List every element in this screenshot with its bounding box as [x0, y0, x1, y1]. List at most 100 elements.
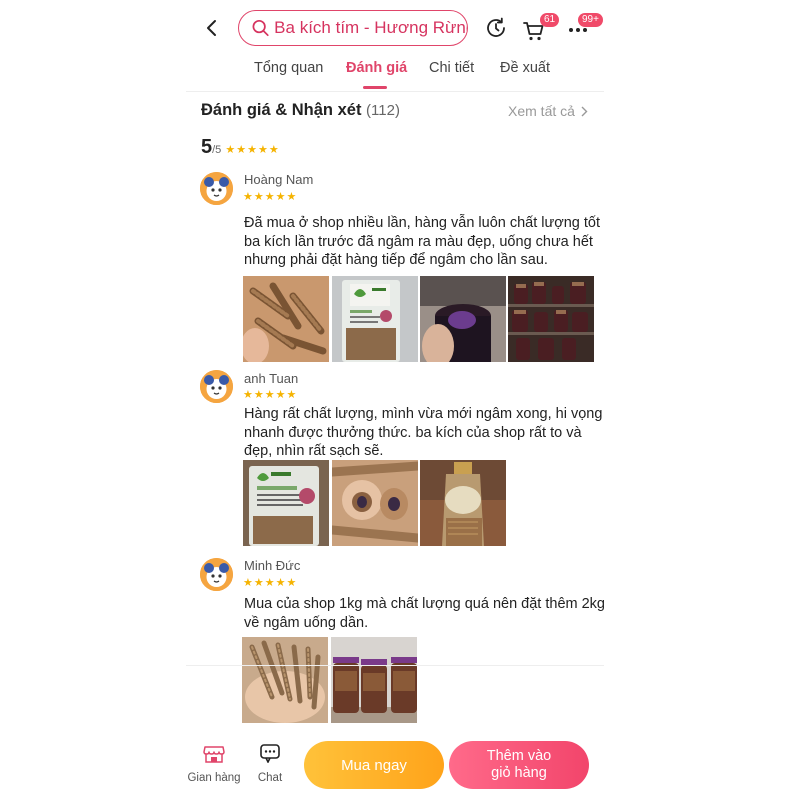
more-button[interactable]: 99+	[566, 13, 603, 43]
review-line: về ngâm uống dần.	[244, 614, 369, 631]
star-icon: ★	[253, 389, 264, 401]
wine-jars-photo	[331, 637, 417, 723]
reviewer-name: Minh Đức	[244, 558, 301, 573]
star-icon: ★	[275, 389, 286, 401]
jar-shelf-photo	[508, 276, 594, 362]
ratings-count: (112)	[366, 102, 400, 119]
chat-button[interactable]: Chat	[250, 743, 290, 791]
score-out-of: /5	[212, 144, 222, 156]
star-icon: ★	[275, 577, 286, 589]
notification-badge: 99+	[578, 13, 603, 27]
add-to-cart-label-line2: giỏ hàng	[491, 765, 547, 781]
history-icon	[487, 17, 505, 37]
review-line: đẹp, nhìn rất sạch sẽ.	[244, 443, 384, 459]
cart-badge: 61	[540, 13, 560, 27]
star-icon: ★	[286, 389, 297, 401]
buy-now-label: Mua ngay	[341, 756, 407, 774]
roots-handful-photo	[242, 637, 328, 723]
star-icon: ★	[286, 577, 297, 589]
review-line: Đã mua ở shop nhiều lần, hàng vẫn luôn c…	[244, 215, 601, 231]
review-line: ba kích lần trước đã ngâm ra màu đẹp, uố…	[244, 233, 593, 250]
score-value: 5	[201, 136, 213, 158]
shop-button[interactable]: Gian hàng	[186, 743, 242, 791]
star-icon: ★	[243, 577, 253, 589]
product-bag-photo	[332, 276, 418, 362]
review-photo[interactable]	[242, 637, 328, 723]
avatar-icon	[200, 370, 233, 403]
review-text: Đã mua ở shop nhiều lần, hàng vẫn luôn c…	[244, 214, 614, 270]
buy-now-button[interactable]: Mua ngay	[304, 741, 444, 789]
chevron-left-icon	[207, 20, 216, 36]
star-icon: ★	[243, 191, 253, 203]
score-stars: ★ ★ ★ ★ ★	[225, 143, 278, 156]
reviewer-name: Hoàng Nam	[244, 172, 314, 187]
chat-icon	[260, 744, 280, 764]
store-icon	[203, 746, 225, 763]
divider	[186, 91, 604, 92]
star-icon: ★	[264, 191, 275, 203]
review-photo[interactable]	[243, 276, 329, 362]
tab-reviews[interactable]: Đánh giá	[346, 58, 407, 78]
more-icon	[569, 28, 587, 32]
roots-photo	[243, 276, 329, 362]
review-line: Mua của shop 1kg mà chất lượng quá nên đ…	[244, 596, 605, 612]
roots-closeup-photo	[332, 460, 418, 546]
search-icon	[252, 19, 269, 37]
review-photo[interactable]	[420, 460, 506, 546]
star-icon: ★	[264, 577, 275, 589]
add-to-cart-button[interactable]: Thêm vào giỏ hàng	[449, 741, 589, 789]
divider	[186, 665, 604, 666]
review-photo[interactable]	[332, 276, 418, 362]
star-icon: ★	[247, 144, 257, 156]
tab-suggestions[interactable]: Đề xuất	[500, 58, 550, 78]
wine-bottle-photo	[420, 460, 506, 546]
tab-overview[interactable]: Tổng quan	[254, 58, 323, 78]
review-stars: ★ ★ ★ ★ ★	[243, 190, 296, 203]
reviewer-name: anh Tuan	[244, 371, 299, 386]
review-text: Mua của shop 1kg mà chất lượng quá nên đ…	[244, 595, 614, 632]
star-icon: ★	[275, 191, 286, 203]
back-button[interactable]	[198, 14, 226, 42]
review-line: nhanh được thưởng thức. ba kích của shop…	[244, 424, 582, 441]
shop-label: Gian hàng	[187, 772, 241, 784]
chevron-right-icon	[581, 106, 588, 116]
review-line: nhưng phải đặt hàng tiếp để ngâm cho lần…	[244, 252, 548, 268]
add-to-cart-label-line1: Thêm vào	[486, 748, 552, 764]
active-tab-indicator	[363, 86, 387, 89]
star-icon: ★	[243, 389, 253, 401]
star-icon: ★	[253, 191, 264, 203]
star-icon: ★	[257, 144, 268, 156]
star-icon: ★	[264, 389, 275, 401]
chat-label: Chat	[257, 772, 283, 784]
cart-button[interactable]: 61	[522, 13, 560, 43]
avatar-icon	[200, 558, 233, 591]
wine-jar-photo	[420, 276, 506, 362]
product-bag-photo	[243, 460, 329, 546]
review-photo[interactable]	[508, 276, 594, 362]
ratings-title: Đánh giá & Nhận xét	[201, 101, 362, 119]
history-button[interactable]	[483, 15, 509, 41]
star-icon: ★	[236, 144, 247, 156]
star-icon: ★	[225, 144, 236, 156]
star-icon: ★	[253, 577, 264, 589]
review-text: Hàng rất chất lượng, mình vừa mới ngâm x…	[244, 405, 614, 461]
average-score: 5 /5 ★ ★ ★ ★ ★	[201, 136, 279, 159]
review-photo[interactable]	[243, 460, 329, 546]
see-all-label: Xem tất cả	[508, 103, 575, 119]
tab-details[interactable]: Chi tiết	[429, 58, 474, 78]
avatar-icon	[200, 172, 233, 205]
review-photo[interactable]	[331, 637, 417, 723]
see-all-link[interactable]: Xem tất cả	[508, 103, 588, 119]
review-stars: ★ ★ ★ ★ ★	[243, 388, 296, 401]
avatar	[200, 172, 233, 205]
avatar	[200, 370, 233, 403]
review-photo[interactable]	[420, 276, 506, 362]
review-stars: ★ ★ ★ ★ ★	[243, 576, 296, 589]
search-bar[interactable]: Ba kích tím - Hương Rừng	[238, 10, 468, 46]
avatar	[200, 558, 233, 591]
star-icon: ★	[286, 191, 297, 203]
review-photo[interactable]	[332, 460, 418, 546]
star-icon: ★	[268, 144, 279, 156]
section-title: Đánh giá & Nhận xét (112)	[201, 101, 400, 120]
review-line: Hàng rất chất lượng, mình vừa mới ngâm x…	[244, 406, 603, 422]
